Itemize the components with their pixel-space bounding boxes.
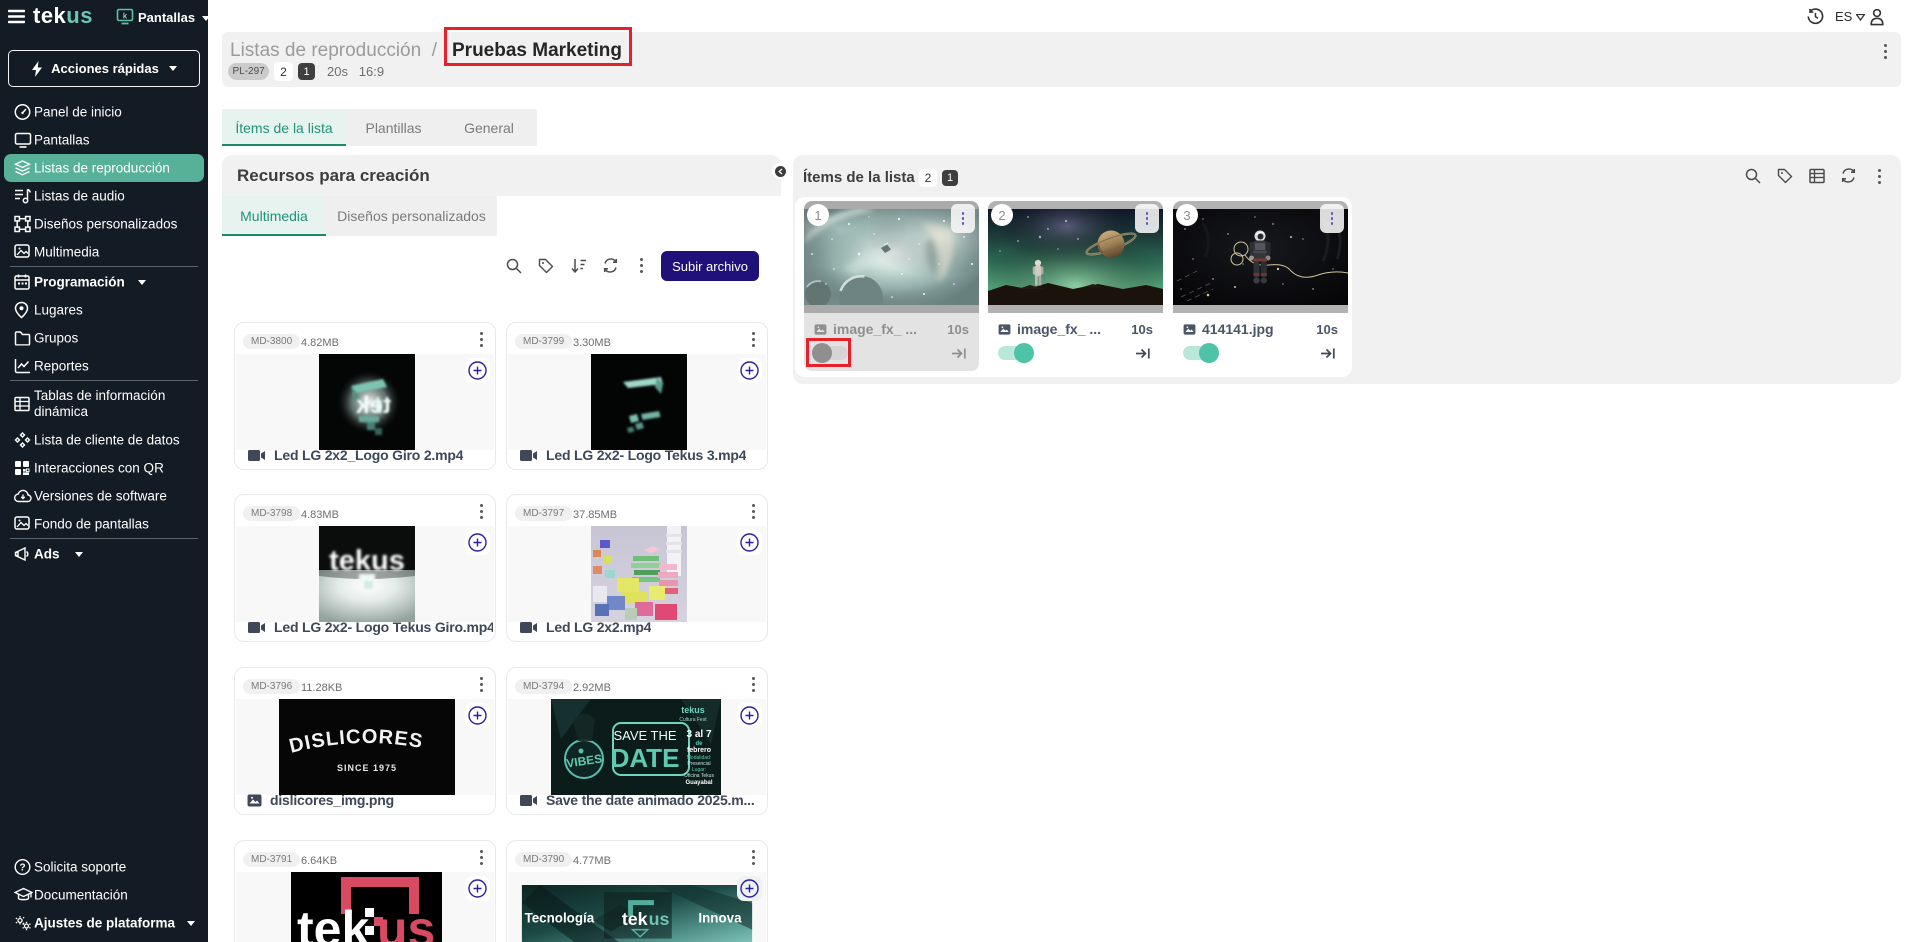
svg-text:us: us: [377, 901, 435, 942]
svg-text:Oficina Tekus: Oficina Tekus: [684, 773, 714, 779]
svg-text:3 al 7: 3 al 7: [686, 729, 711, 740]
svg-text:SAVE THE: SAVE THE: [613, 728, 676, 743]
svg-text:Tecnología: Tecnología: [525, 910, 595, 925]
svg-text:SINCE 1975: SINCE 1975: [337, 763, 397, 773]
svg-text:k: k: [123, 12, 128, 21]
svg-text:Guayabal: Guayabal: [685, 780, 712, 786]
svg-text:t: t: [374, 392, 382, 419]
svg-text:?: ?: [19, 863, 25, 874]
svg-text:tekus: tekus: [681, 705, 705, 715]
svg-text:DATE: DATE: [611, 743, 680, 773]
svg-text:us: us: [649, 909, 670, 929]
svg-text:Innova: Innova: [698, 910, 742, 925]
svg-text:tek: tek: [622, 909, 648, 929]
svg-text:Cultura Fest: Cultura Fest: [679, 717, 707, 723]
svg-text:febrero: febrero: [687, 747, 711, 754]
svg-text:tek: tek: [297, 901, 369, 942]
svg-text:tekus: tekus: [329, 545, 405, 577]
